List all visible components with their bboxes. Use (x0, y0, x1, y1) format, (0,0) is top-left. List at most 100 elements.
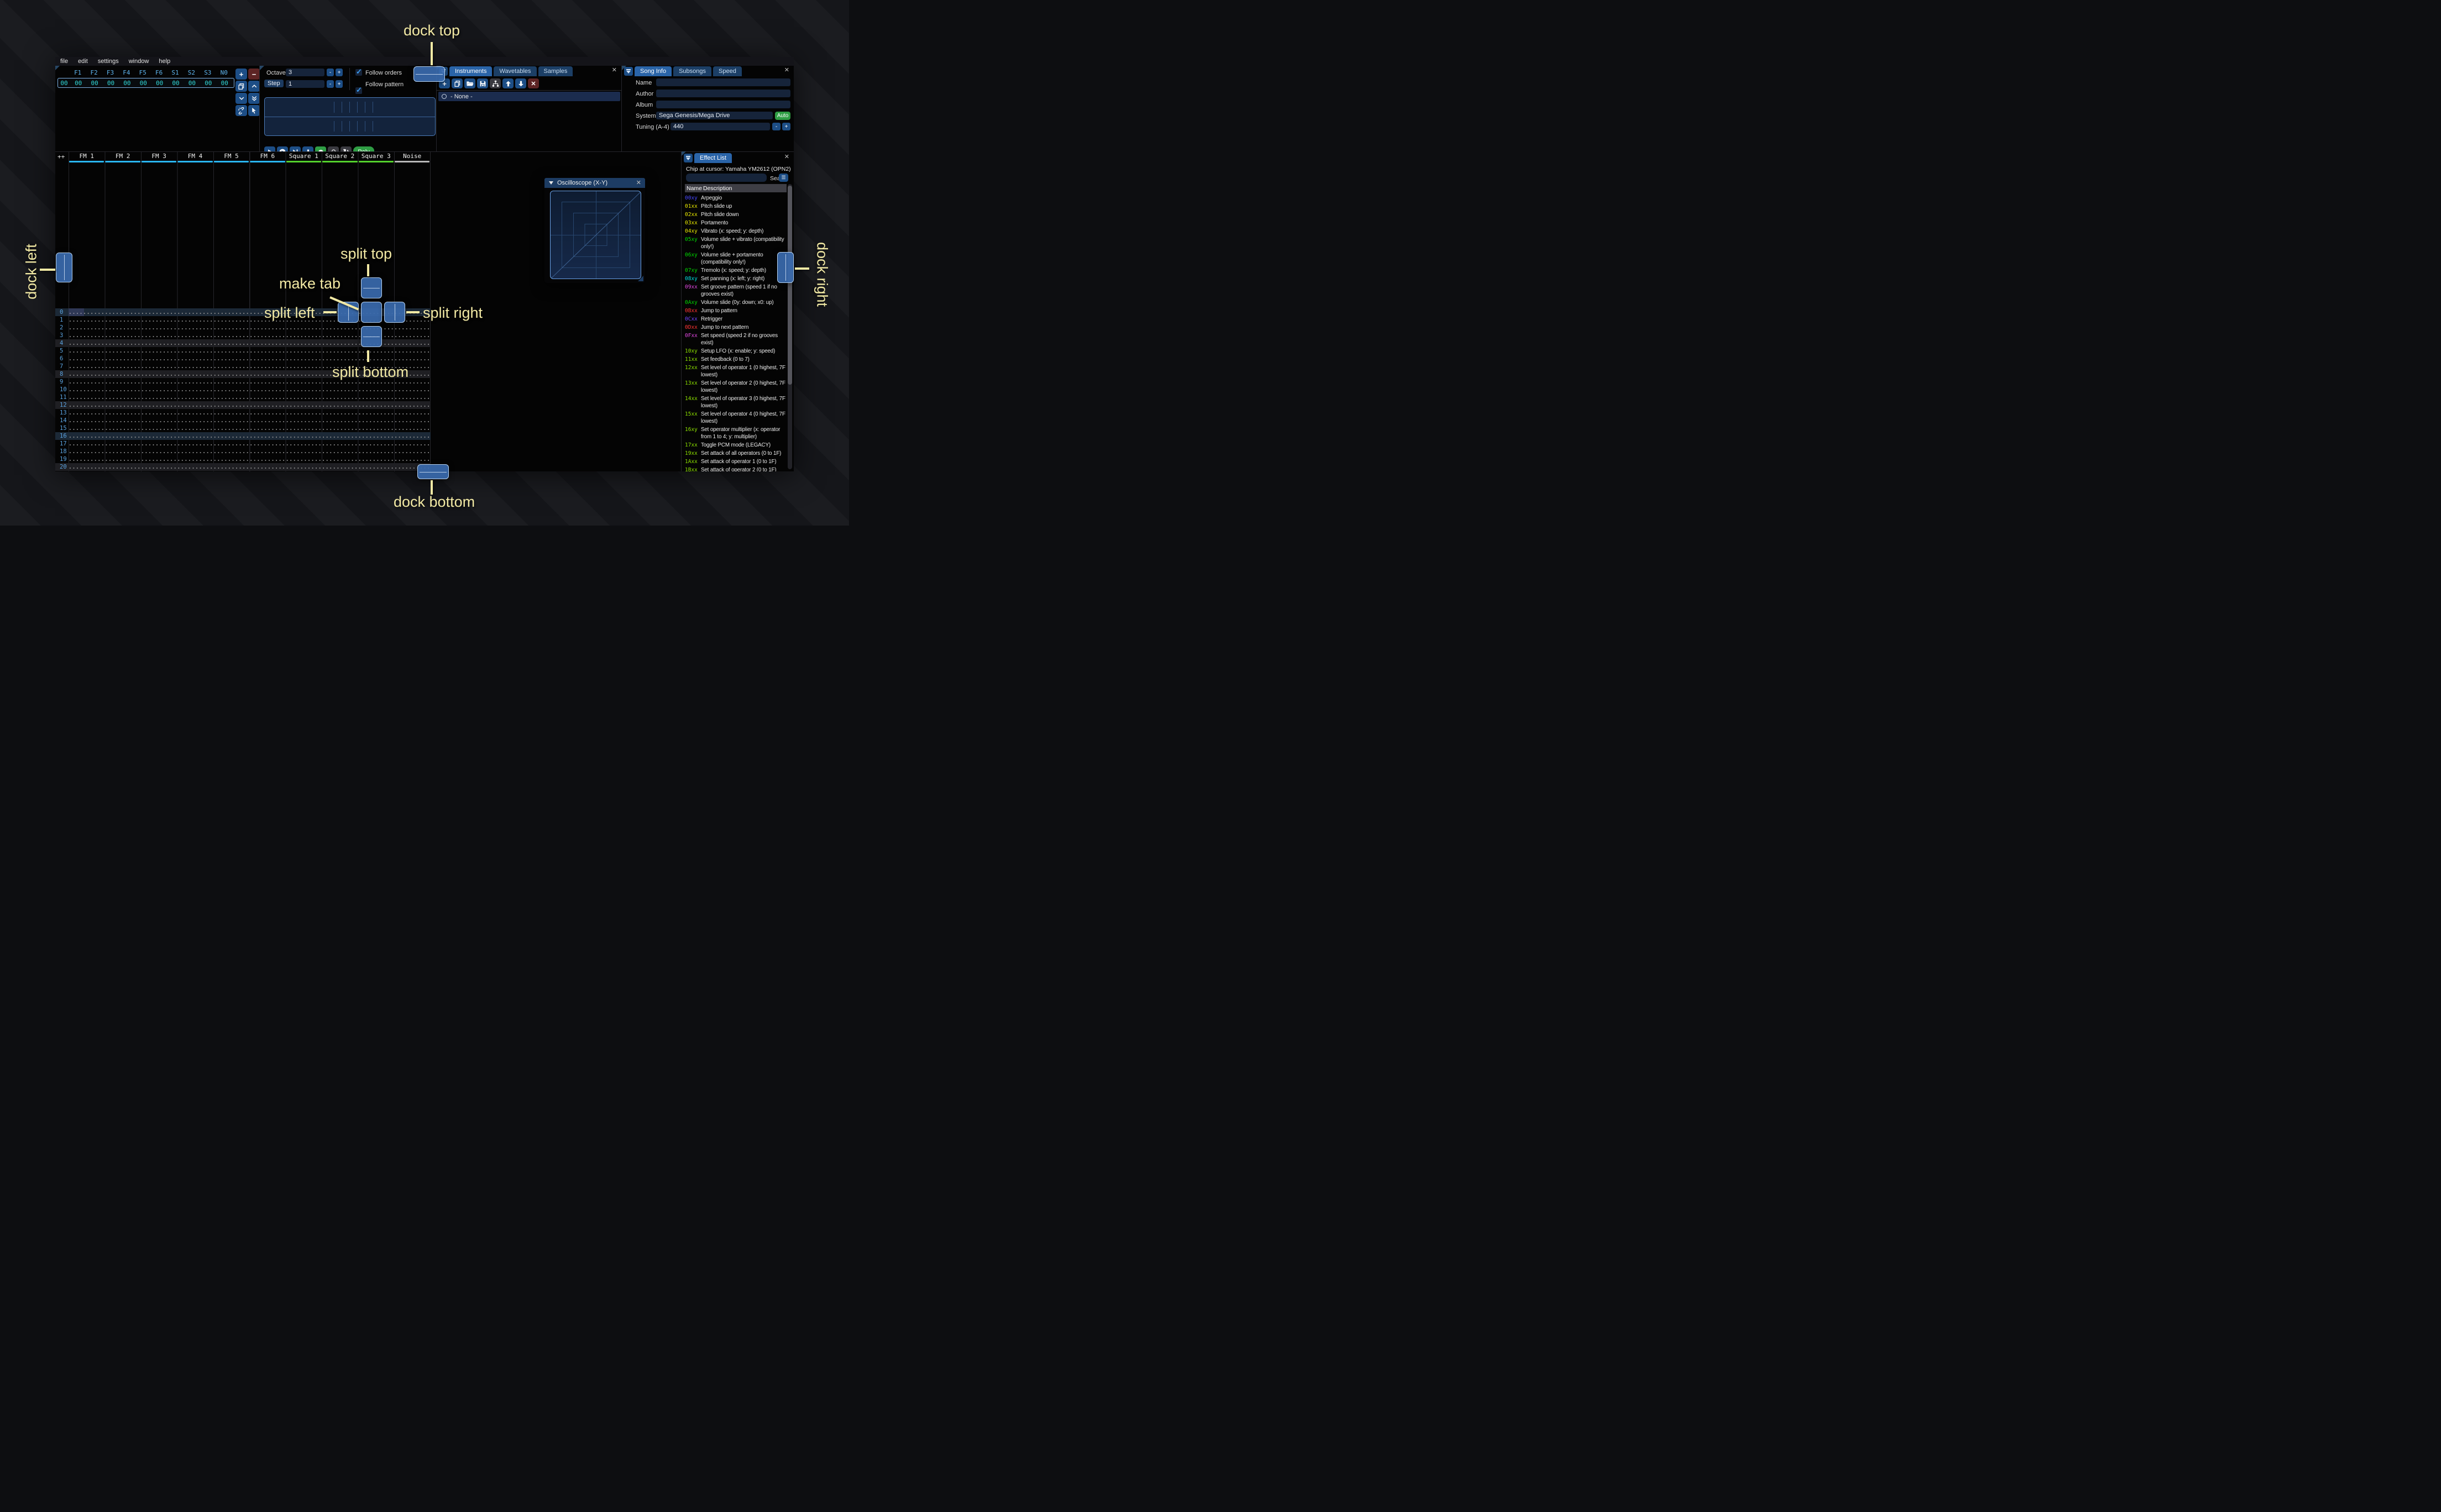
effect-list-row[interactable]: 07xy Tremolo (x: speed; y: depth) (685, 267, 788, 274)
close-icon[interactable]: ✕ (784, 67, 789, 74)
order-move-down-button[interactable] (235, 93, 247, 104)
effect-list-row[interactable]: 1Axx Set attack of operator 1 (0 to 1F) (685, 458, 788, 465)
menu-item[interactable]: edit (73, 58, 93, 65)
pattern-row[interactable]: 5 (55, 347, 431, 355)
order-duplicate-button[interactable] (235, 81, 247, 92)
order-cell[interactable]: 00 (151, 80, 167, 87)
effect-list-row[interactable]: 02xx Pitch slide down (685, 211, 788, 218)
close-icon[interactable]: ✕ (784, 154, 789, 160)
order-cell[interactable]: 00 (103, 80, 119, 87)
effect-list-row[interactable]: 11xx Set feedback (0 to 7) (685, 356, 788, 363)
metronome-button[interactable] (328, 146, 339, 151)
close-icon[interactable]: ✕ (612, 67, 617, 74)
piano-widget[interactable] (264, 97, 436, 136)
pattern-row[interactable]: 19 (55, 455, 431, 463)
effect-list-row[interactable]: 05xy Volume slide + vibrato (compatibili… (685, 236, 788, 250)
album-input[interactable] (656, 101, 790, 108)
channel-header[interactable]: Square 3 (358, 153, 394, 162)
pattern-row[interactable]: 13 (55, 409, 431, 417)
dock-right-target[interactable] (777, 252, 794, 283)
effect-list-row[interactable]: 06xy Volume slide + portamento (compatib… (685, 251, 788, 266)
duplicate-instrument-button[interactable] (452, 78, 463, 88)
order-column-header[interactable]: F6 (151, 69, 167, 76)
order-column-header[interactable]: N0 (216, 69, 232, 76)
pattern-row[interactable]: 17 (55, 440, 431, 448)
instruments-tab[interactable]: Wavetables (494, 66, 537, 76)
row-cells[interactable] (69, 432, 431, 440)
follow-orders-checkbox[interactable]: ✓ (355, 67, 362, 76)
octave-decrease-button[interactable]: - (327, 69, 334, 76)
order-cell[interactable]: 00 (119, 80, 135, 87)
menu-item[interactable]: window (124, 58, 154, 65)
system-input[interactable] (656, 112, 773, 119)
split-right-target[interactable] (384, 302, 405, 323)
auto-system-button[interactable]: Auto (775, 112, 790, 120)
song-author-input[interactable] (656, 90, 790, 97)
row-cells[interactable] (69, 440, 431, 448)
collapse-triangle-icon[interactable] (549, 181, 553, 185)
oscilloscope-titlebar[interactable]: Oscilloscope (X-Y) ✕ (544, 178, 645, 188)
repeat-pattern-button[interactable]: ↻ (341, 146, 352, 151)
effect-list-row[interactable]: 0Axy Volume slide (0y: down; x0: up) (685, 299, 788, 306)
order-add-button[interactable]: + (235, 69, 247, 80)
order-edit-mode-button[interactable] (248, 105, 259, 116)
row-cells[interactable] (69, 386, 431, 393)
effect-list-tab[interactable]: Effect List (694, 153, 732, 163)
song-info-tab[interactable]: Subsongs (673, 66, 712, 76)
add-channel-button[interactable]: ++ (57, 153, 65, 160)
order-column-header[interactable]: S1 (167, 69, 183, 76)
row-cells[interactable] (69, 463, 431, 471)
effect-list-row[interactable]: 0Dxx Jump to next pattern (685, 324, 788, 331)
order-column-header[interactable]: F1 (70, 69, 86, 76)
play-from-cursor-button[interactable] (290, 146, 301, 151)
effect-list-menu-button[interactable]: ☰ (779, 174, 788, 182)
channel-header[interactable]: FM 6 (249, 153, 285, 162)
save-instrument-button[interactable] (477, 78, 488, 88)
delete-instrument-button[interactable]: ✕ (528, 78, 539, 88)
pattern-row[interactable]: 11 (55, 393, 431, 401)
effect-list-row[interactable]: 14xx Set level of operator 3 (0 highest,… (685, 395, 788, 410)
step-input[interactable] (286, 80, 324, 88)
step-label[interactable]: Step (264, 80, 284, 87)
channel-header[interactable]: FM 2 (104, 153, 140, 162)
open-instrument-button[interactable] (464, 78, 475, 88)
tuning-increase-button[interactable]: + (782, 123, 790, 130)
pattern-row[interactable]: 15 (55, 424, 431, 432)
follow-pattern-checkbox[interactable]: ✓ (355, 86, 362, 94)
pattern-row[interactable]: 20 (55, 463, 431, 471)
step-increase-button[interactable]: + (336, 80, 343, 88)
row-cells[interactable] (69, 417, 431, 424)
row-cells[interactable] (69, 347, 431, 355)
effect-list-row[interactable]: 1Bxx Set attack of operator 2 (0 to 1F) (685, 466, 788, 471)
channel-header[interactable]: FM 5 (213, 153, 249, 162)
channel-header[interactable]: FM 4 (177, 153, 213, 162)
effect-list-row[interactable]: 01xx Pitch slide up (685, 203, 788, 210)
order-cell[interactable]: 00 (217, 80, 233, 87)
row-cells[interactable] (69, 448, 431, 455)
effect-list-row[interactable]: 08xy Set panning (x: left; y: right) (685, 275, 788, 282)
channel-header[interactable]: FM 1 (69, 153, 104, 162)
effect-list-row[interactable]: 00xy Arpeggio (685, 195, 788, 202)
effect-list-row[interactable]: 16xy Set operator multiplier (x: operato… (685, 426, 788, 440)
effect-list-row[interactable]: 0Bxx Jump to pattern (685, 307, 788, 314)
instruments-tab[interactable]: Samples (538, 66, 573, 76)
pattern-row[interactable]: 12 (55, 401, 431, 409)
pattern-row[interactable]: 10 (55, 386, 431, 393)
effect-list-row[interactable]: 04xy Vibrato (x: speed; y: depth) (685, 228, 788, 235)
order-change-all-button[interactable] (235, 105, 247, 116)
menu-item[interactable]: help (154, 58, 175, 65)
channel-header[interactable]: Square 2 (322, 153, 358, 162)
dock-top-target[interactable] (413, 66, 445, 82)
order-cell[interactable]: 00 (200, 80, 216, 87)
order-column-header[interactable]: F2 (86, 69, 102, 76)
octave-input[interactable] (286, 69, 324, 76)
order-column-header[interactable]: S3 (200, 69, 216, 76)
description-column-header[interactable]: Description (703, 185, 732, 192)
instrument-down-button[interactable] (515, 78, 526, 88)
tuning-decrease-button[interactable]: - (772, 123, 781, 130)
make-tab-target[interactable] (361, 302, 382, 323)
effect-list-scrollbar[interactable] (788, 184, 792, 469)
order-column-header[interactable]: F5 (135, 69, 151, 76)
tab-list-dropdown-button[interactable] (684, 154, 693, 162)
song-name-input[interactable] (656, 78, 790, 86)
